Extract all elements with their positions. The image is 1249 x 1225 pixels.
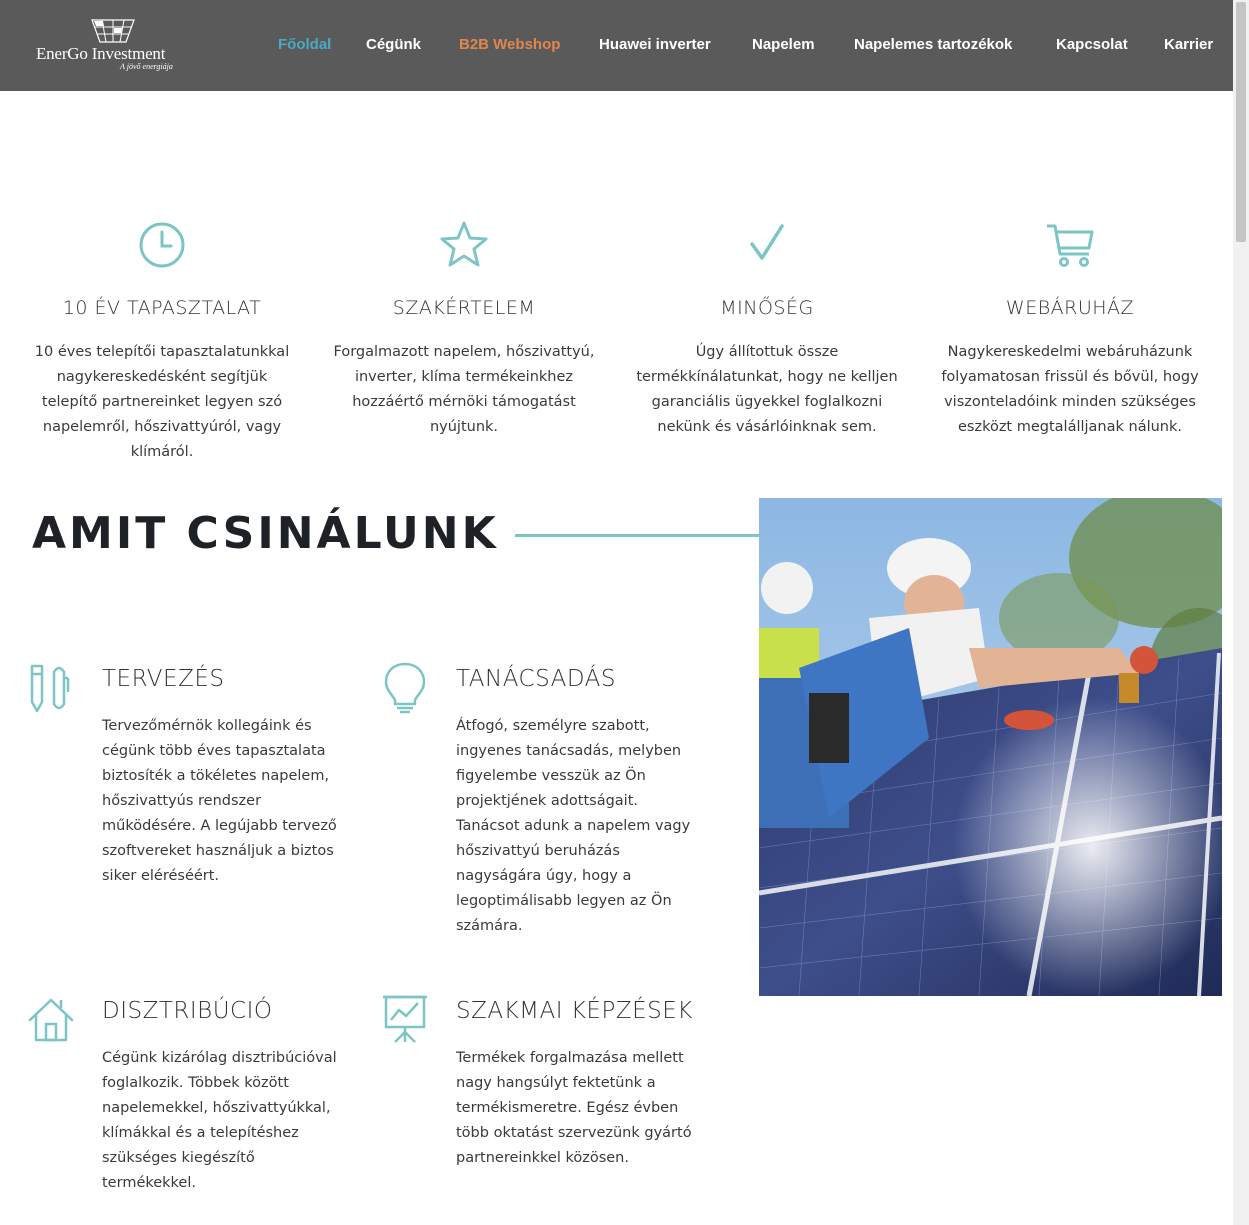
- service-text: Átfogó, személyre szabott, ingyenes taná…: [456, 718, 691, 934]
- section-title: AMIT CSINÁLUNK: [32, 508, 499, 559]
- nav-item-huawei-inverter[interactable]: Huawei inverter: [599, 36, 711, 53]
- page-scrollbar[interactable]: [1233, 0, 1249, 1225]
- service-text: Tervezőmérnök kollegáink és cégünk több …: [102, 718, 337, 884]
- star-icon: [440, 221, 488, 267]
- feature-text: Úgy állítottuk össze termékkínálatunkat,…: [636, 344, 898, 435]
- shopping-cart-icon: [1047, 224, 1094, 267]
- presentation-board-icon: [383, 995, 427, 1043]
- feature-text: Forgalmazott napelem, hőszivattyú, inver…: [333, 344, 595, 435]
- section-divider-line: [515, 534, 760, 537]
- feature-title: MINŐSÉG: [720, 297, 814, 319]
- nav-item-career[interactable]: Karrier: [1164, 36, 1213, 53]
- logo-name: EnerGo Investment: [36, 44, 166, 63]
- nav-item-contact[interactable]: Kapcsolat: [1056, 36, 1128, 53]
- feature-title: SZAKÉRTELEM: [392, 297, 536, 319]
- solar-panel-logo-icon: [91, 19, 135, 43]
- nav-item-b2b-webshop[interactable]: B2B Webshop: [459, 36, 560, 53]
- scrollbar-thumb[interactable]: [1236, 2, 1246, 242]
- service-title: DISZTRIBÚCIÓ: [102, 998, 273, 1024]
- service-text: Cégünk kizárólag disztribúcióval foglalk…: [102, 1050, 337, 1191]
- feature-title: WEBÁRUHÁZ: [1005, 297, 1135, 319]
- checkmark-icon: [750, 224, 784, 260]
- house-icon: [28, 998, 74, 1042]
- nav-item-solar-accessories[interactable]: Napelemes tartozékok: [854, 36, 1012, 53]
- service-title: SZAKMAI KÉPZÉSEK: [456, 998, 693, 1024]
- feature-text: Nagykereskedelmi webáruházunk folyamatos…: [941, 344, 1199, 435]
- company-logo[interactable]: EnerGo Investment A jövő energiája: [36, 18, 181, 74]
- service-text: Termékek forgalmazása mellett nagy hangs…: [456, 1050, 692, 1166]
- feature-text: 10 éves telepítői tapasztalatunkkal nagy…: [34, 344, 290, 460]
- service-title: TERVEZÉS: [102, 666, 225, 692]
- logo-tagline: A jövő energiája: [120, 62, 173, 71]
- nav-item-home[interactable]: Főoldal: [278, 36, 331, 53]
- lightbulb-icon: [384, 662, 426, 714]
- feature-title: 10 ÉV TAPASZTALAT: [62, 297, 262, 319]
- installers-solar-panel-photo: [759, 498, 1222, 996]
- nav-item-company[interactable]: Cégünk: [366, 36, 421, 53]
- clock-icon: [139, 222, 185, 268]
- pencil-pen-icon: [30, 664, 70, 713]
- nav-item-solar-panel[interactable]: Napelem: [752, 36, 815, 53]
- service-title: TANÁCSADÁS: [456, 666, 616, 692]
- site-header: EnerGo Investment A jövő energiája Főold…: [0, 0, 1233, 91]
